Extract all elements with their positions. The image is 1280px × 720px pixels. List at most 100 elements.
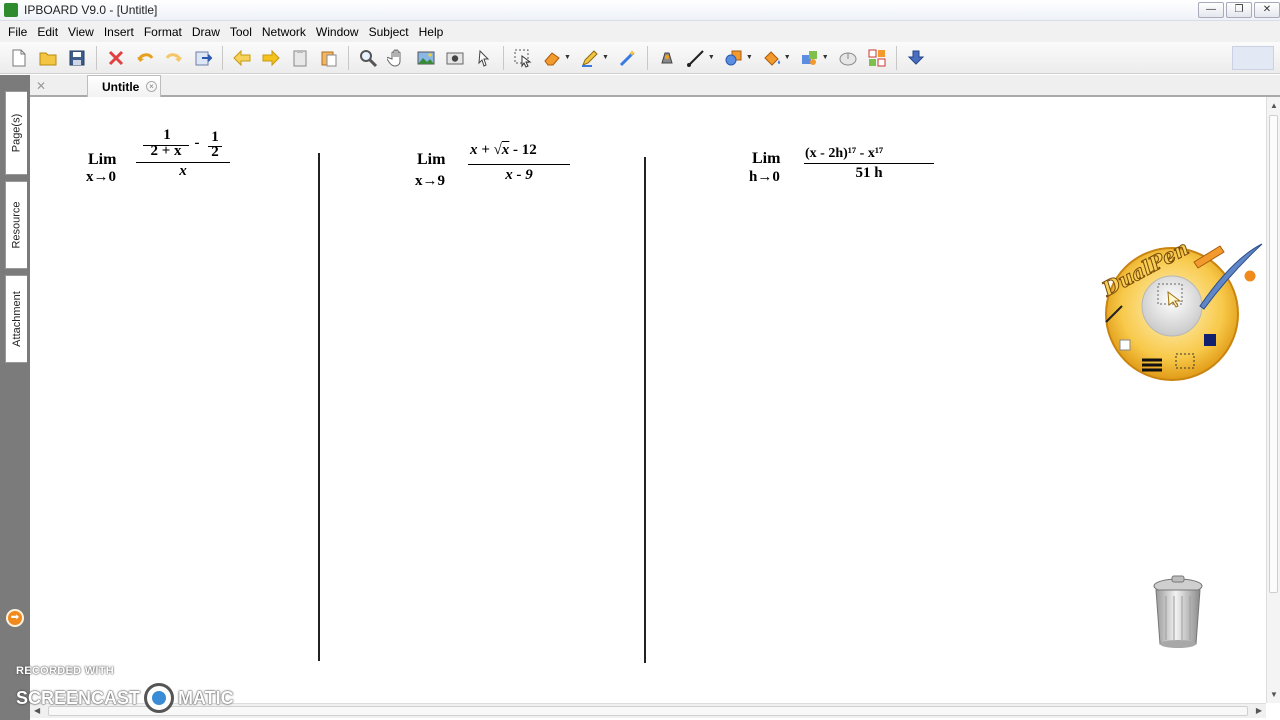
menu-window[interactable]: Window <box>312 25 363 39</box>
chevron-down-icon[interactable]: ▼ <box>708 54 715 61</box>
tab-untitle[interactable]: Untitle × <box>87 75 161 97</box>
download-icon[interactable] <box>903 45 929 71</box>
divider-line <box>644 157 646 663</box>
pen-icon[interactable] <box>577 45 603 71</box>
vertical-scrollbar[interactable]: ▲ ▼ <box>1266 97 1280 703</box>
chevron-down-icon[interactable]: ▼ <box>822 54 829 61</box>
menu-format[interactable]: Format <box>140 25 186 39</box>
menu-file[interactable]: File <box>4 25 31 39</box>
toolbar-separator <box>503 45 504 70</box>
side-tab-attachment[interactable]: Attachment <box>5 275 27 363</box>
save-icon[interactable] <box>64 45 90 71</box>
side-tab-attachment-label: Attachment <box>10 291 23 347</box>
toolbar-separator <box>348 45 349 70</box>
chevron-down-icon[interactable]: ▼ <box>784 54 791 61</box>
dualpen-widget[interactable]: DualPen <box>1084 222 1264 382</box>
pointer-icon[interactable] <box>471 45 497 71</box>
radical-sign: √ <box>493 142 502 158</box>
lim-approach: x→0 <box>86 169 116 185</box>
lim-label: Lim <box>88 151 117 168</box>
side-tab-resource[interactable]: Resource <box>5 181 27 269</box>
next-page-icon[interactable] <box>258 45 284 71</box>
menu-tool[interactable]: Tool <box>226 25 256 39</box>
trash-icon[interactable] <box>1150 574 1206 650</box>
vertical-scroll-thumb[interactable] <box>1269 115 1278 593</box>
tools-icon[interactable] <box>797 45 823 71</box>
menu-edit[interactable]: Edit <box>33 25 62 39</box>
menu-bar: File Edit View Insert Format Draw Tool N… <box>0 21 1280 42</box>
magic-pen-icon[interactable] <box>615 45 641 71</box>
chevron-down-icon[interactable]: ▼ <box>564 54 571 61</box>
menu-subject[interactable]: Subject <box>365 25 413 39</box>
paste-icon[interactable] <box>316 45 342 71</box>
scroll-up-icon[interactable]: ▲ <box>1270 101 1278 110</box>
numerator: (x - 2h)¹⁷ - x¹⁷ <box>805 146 884 161</box>
menu-draw[interactable]: Draw <box>188 25 224 39</box>
lim-label: Lim <box>752 150 781 167</box>
menu-help[interactable]: Help <box>415 25 448 39</box>
new-page-icon[interactable] <box>6 45 32 71</box>
side-tab-pages-label: Page(s) <box>10 113 23 153</box>
toolbar-separator <box>96 45 97 70</box>
fraction-bar <box>804 163 934 164</box>
document-tab-strip: ✕ Untitle × <box>30 75 1280 97</box>
open-folder-icon[interactable] <box>35 45 61 71</box>
previous-page-icon[interactable] <box>229 45 255 71</box>
redo-icon[interactable] <box>161 45 187 71</box>
fill-icon[interactable] <box>759 45 785 71</box>
app-icon <box>4 3 18 17</box>
side-tab-resource-label: Resource <box>10 201 23 249</box>
watermark-brand-right: MATIC <box>178 687 234 708</box>
side-tab-pages[interactable]: Page(s) <box>5 91 27 175</box>
toolbar: ▼ ▼ ▼ ▼ ▼ ▼ <box>0 42 1280 74</box>
denominator: 51 h <box>855 165 883 181</box>
select-icon[interactable] <box>510 45 536 71</box>
export-icon[interactable] <box>190 45 216 71</box>
tab-close-icon[interactable]: × <box>146 81 157 92</box>
stamp-pen-icon[interactable] <box>654 45 680 71</box>
scroll-down-icon[interactable]: ▼ <box>1270 690 1278 699</box>
clipboard-icon[interactable] <box>287 45 313 71</box>
line-icon[interactable] <box>683 45 709 71</box>
toolbar-extra-panel[interactable] <box>1232 46 1274 70</box>
expand-panel-icon[interactable]: ➡ <box>6 609 24 627</box>
side-panel: Page(s) Resource Attachment ➡ <box>0 75 30 720</box>
close-button[interactable]: ✕ <box>1254 2 1280 18</box>
hand-icon[interactable] <box>384 45 410 71</box>
eraser-icon[interactable] <box>539 45 565 71</box>
numerator-prefix: x + <box>470 142 494 158</box>
watermark-caption: RECORDED WITH <box>16 665 115 677</box>
lim-approach: h→0 <box>749 169 780 185</box>
numerator: x + √x - 12 <box>470 142 537 159</box>
lim-approach: x→9 <box>415 173 445 189</box>
undo-icon[interactable] <box>132 45 158 71</box>
chevron-down-icon[interactable]: ▼ <box>602 54 609 61</box>
menu-insert[interactable]: Insert <box>100 25 138 39</box>
window-controls: — ❐ ✕ <box>1198 2 1280 18</box>
zoom-icon[interactable] <box>355 45 381 71</box>
menu-network[interactable]: Network <box>258 25 310 39</box>
close-all-tabs-icon[interactable]: ✕ <box>36 79 46 93</box>
denominator: x - 9 <box>505 167 533 183</box>
numerator-suffix: - 12 <box>509 142 537 158</box>
toolbar-separator <box>222 45 223 70</box>
camera-icon[interactable] <box>442 45 468 71</box>
whiteboard-canvas[interactable]: Lim x→0 1 2 + x - 1 2 x Lim x→9 x + √x -… <box>30 97 1266 703</box>
lim-label: Lim <box>417 151 446 168</box>
shape-icon[interactable] <box>721 45 747 71</box>
tab-label: Untitle <box>102 79 140 94</box>
menu-view[interactable]: View <box>64 25 98 39</box>
denominator: x <box>179 163 187 179</box>
delete-icon[interactable] <box>103 45 129 71</box>
inner-denominator: 2 + x <box>150 143 182 159</box>
mouse-icon[interactable] <box>835 45 861 71</box>
picture-icon[interactable] <box>413 45 439 71</box>
divider-line <box>318 153 320 661</box>
layout-icon[interactable] <box>864 45 890 71</box>
chevron-down-icon[interactable]: ▼ <box>746 54 753 61</box>
minimize-button[interactable]: — <box>1198 2 1224 18</box>
scroll-right-icon[interactable]: ▶ <box>1256 706 1262 715</box>
toolbar-separator <box>646 45 648 70</box>
window-title: IPBOARD V9.0 - [Untitle] <box>24 3 158 17</box>
restore-button[interactable]: ❐ <box>1226 2 1252 18</box>
